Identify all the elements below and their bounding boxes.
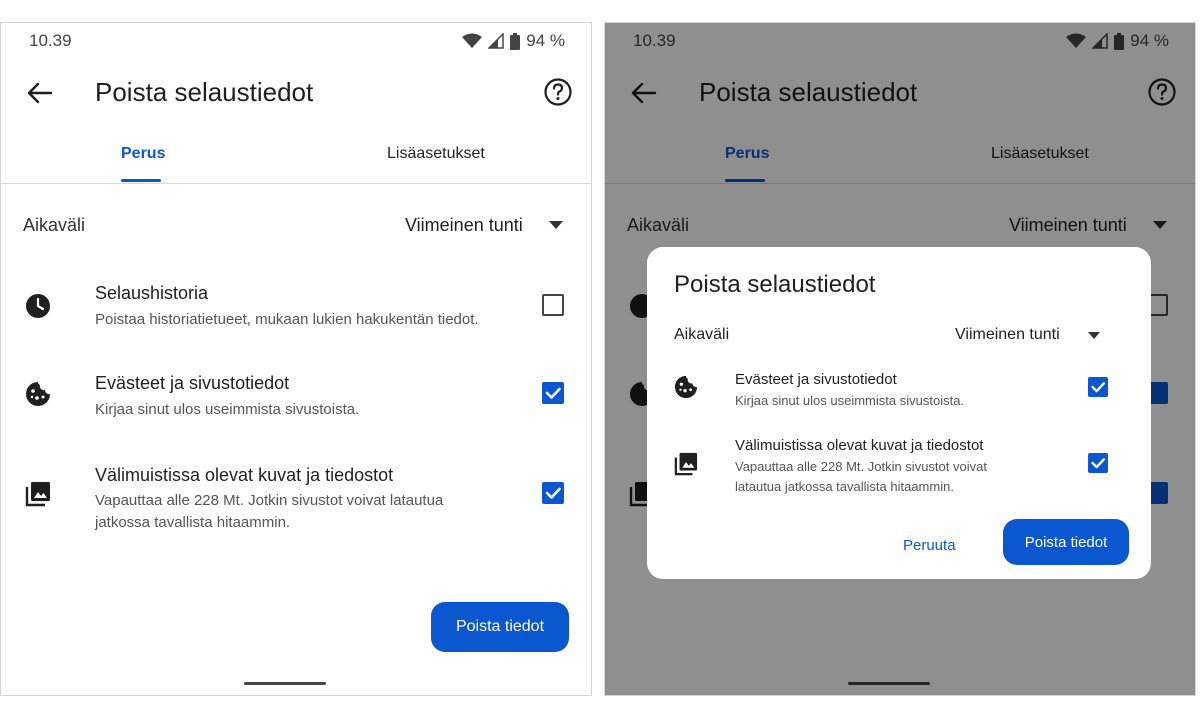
wifi-icon: [462, 33, 483, 48]
navigation-handle[interactable]: [244, 682, 326, 685]
images-icon: [25, 482, 50, 507]
confirm-clear-data-button[interactable]: Poista tiedot: [1003, 519, 1129, 565]
cookie-icon: [674, 375, 698, 399]
dialog-checkbox-cookies[interactable]: [1088, 377, 1108, 397]
checkmark-icon: [545, 387, 561, 399]
battery-percent: 94 %: [526, 31, 565, 50]
checkbox-cookies[interactable]: [542, 382, 564, 404]
dialog-item-title-cookies: Evästeet ja sivustotiedot: [735, 371, 897, 388]
tab-advanced[interactable]: Lisäasetukset: [387, 145, 485, 163]
checkbox-history[interactable]: [542, 294, 564, 316]
tab-basic[interactable]: Perus: [121, 145, 165, 163]
item-title-cache: Välimuistissa olevat kuvat ja tiedostot: [95, 465, 394, 485]
checkmark-icon: [1091, 458, 1106, 469]
clear-data-button[interactable]: Poista tiedot: [431, 602, 569, 652]
time-range-label: Aikaväli: [23, 215, 86, 235]
item-title-history: Selaushistoria: [95, 283, 209, 303]
signal-icon: [488, 33, 504, 49]
item-title-cookies: Evästeet ja sivustotiedot: [95, 373, 290, 393]
dialog-item-desc-cache: Vapauttaa alle 228 Mt. Jotkin sivustot v…: [735, 459, 987, 494]
dialog-item-title-cache: Välimuistissa olevat kuvat ja tiedostot: [735, 437, 984, 454]
back-arrow-icon[interactable]: [25, 79, 53, 107]
dialog-time-range-dropdown[interactable]: Viimeinen tunti: [955, 326, 1060, 344]
checkbox-cache[interactable]: [542, 482, 564, 504]
phone-screen-dialog: 10.39 94 % Poista selaustiedot Perus Lis…: [604, 22, 1196, 696]
tab-indicator: [121, 179, 161, 182]
page-title: Poista selaustiedot: [95, 77, 314, 107]
item-desc-cache: Vapauttaa alle 228 Mt. Jotkin sivustot v…: [95, 492, 444, 531]
dropdown-caret-icon[interactable]: [1088, 332, 1100, 339]
time-range-dropdown[interactable]: Viimeinen tunti: [405, 215, 523, 236]
status-time: 10.39: [29, 31, 72, 50]
cookie-icon: [26, 382, 50, 406]
status-icons: 94 %: [462, 31, 565, 51]
dialog-item-desc-cookies: Kirjaa sinut ulos useimmista sivustoista…: [735, 393, 965, 408]
clear-data-dialog: Poista selaustiedot Aikaväli Viimeinen t…: [647, 247, 1151, 579]
cancel-button[interactable]: Peruuta: [903, 537, 956, 554]
item-desc-cookies: Kirjaa sinut ulos useimmista sivustoista…: [95, 401, 360, 418]
clock-icon: [26, 294, 50, 318]
phone-screen-basic: 10.39 94 % Poista selaustiedot Perus Lis…: [0, 22, 592, 696]
dialog-title: Poista selaustiedot: [674, 271, 876, 298]
battery-icon: [510, 32, 521, 50]
dialog-checkbox-cache[interactable]: [1088, 453, 1108, 473]
checkmark-icon: [1091, 382, 1106, 393]
dropdown-caret-icon[interactable]: [549, 221, 563, 229]
dialog-time-range-label: Aikaväli: [674, 326, 730, 343]
help-icon[interactable]: [543, 77, 573, 107]
item-desc-history: Poistaa historiatietueet, mukaan lukien …: [95, 311, 479, 328]
checkmark-icon: [545, 487, 561, 499]
images-icon: [674, 452, 698, 476]
tab-divider: [1, 183, 591, 184]
